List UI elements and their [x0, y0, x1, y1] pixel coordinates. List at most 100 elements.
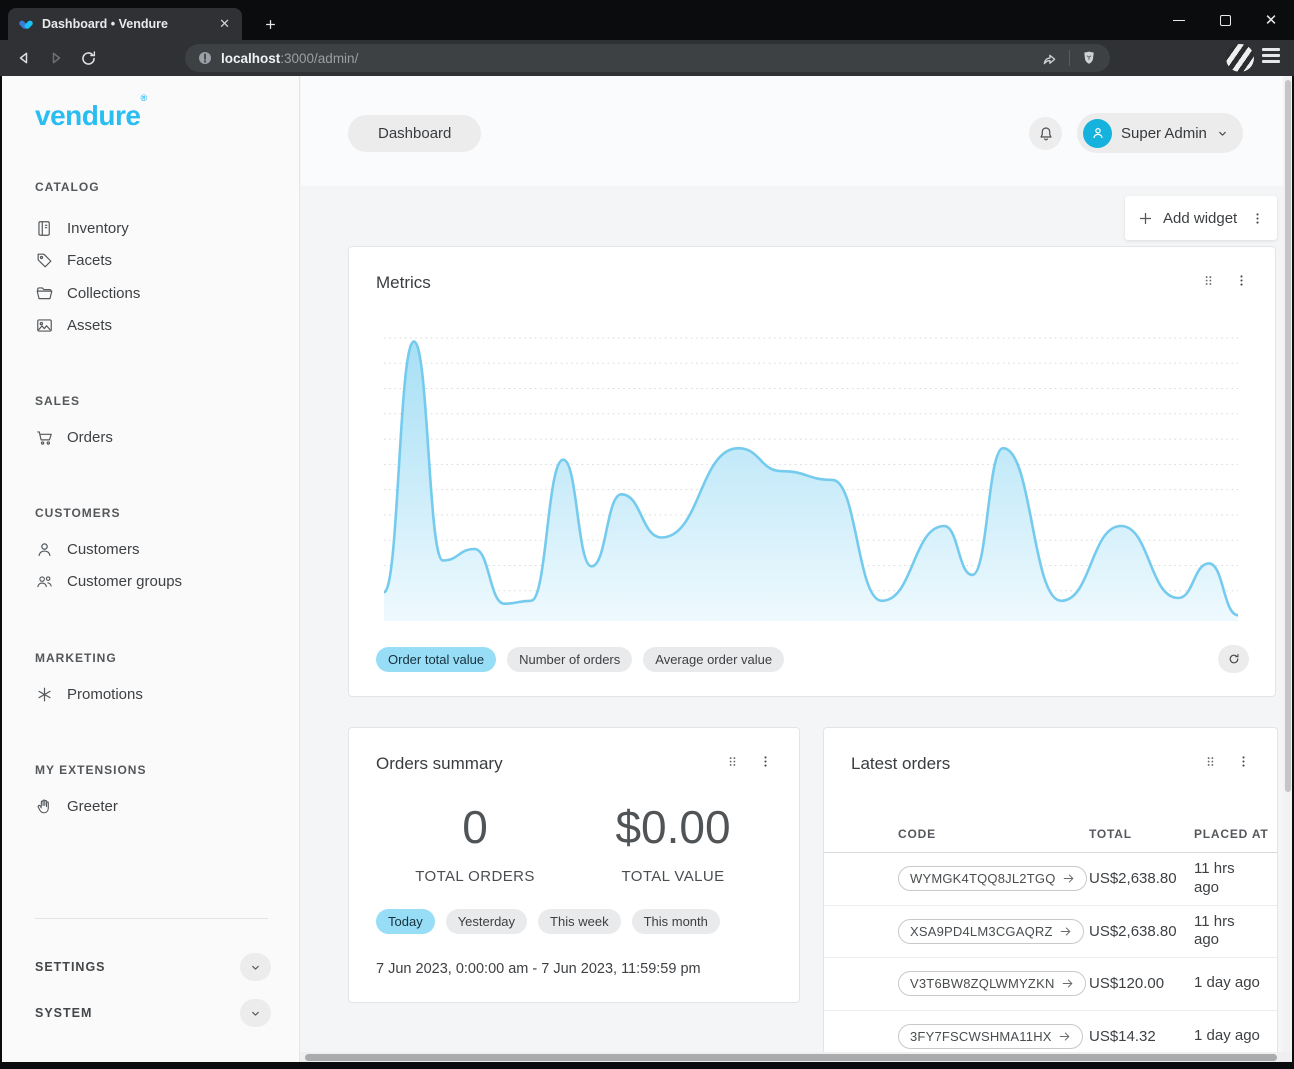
order-code-link[interactable]: XSA9PD4LM3CGAQRZ: [898, 919, 1084, 944]
sidebar-divider: [35, 918, 268, 919]
chip-average-order-value[interactable]: Average order value: [643, 647, 784, 672]
orders-summary-title: Orders summary: [376, 754, 503, 774]
orders-summary-widget: Orders summary 0 TOTAL ORDERS $0.0: [348, 727, 800, 1003]
section-label-marketing: MARKETING: [35, 651, 117, 665]
vendure-logo[interactable]: vendure®: [35, 100, 147, 132]
user-menu[interactable]: Super Admin: [1077, 113, 1243, 153]
horizontal-scrollbar-thumb[interactable]: [305, 1054, 1277, 1061]
tab-close-icon[interactable]: ✕: [217, 16, 232, 32]
arrow-right-icon: [1059, 925, 1072, 938]
latest-orders-title: Latest orders: [851, 754, 950, 774]
browser-profile-avatar[interactable]: [1226, 44, 1254, 72]
arrow-right-icon: [1062, 872, 1075, 885]
latest-orders-widget: Latest orders CODE TOTAL PLACED AT: [823, 727, 1278, 1052]
tab-title: Dashboard • Vendure: [42, 17, 209, 31]
breadcrumb[interactable]: Dashboard: [348, 115, 481, 152]
table-row: XSA9PD4LM3CGAQRZ US$2,638.80 11 hrs ago: [824, 906, 1278, 959]
chip-number-of-orders[interactable]: Number of orders: [507, 647, 632, 672]
vendure-favicon-icon: [18, 16, 34, 32]
vendure-admin-page: vendure® CATALOG Inventory Facets Collec…: [2, 76, 1292, 1062]
chip-this-month[interactable]: This month: [632, 909, 720, 934]
main-content: Dashboard Super Admin Add widget: [301, 76, 1283, 1052]
notifications-button[interactable]: [1029, 117, 1062, 150]
kebab-menu-icon[interactable]: [1234, 273, 1249, 288]
sidebar: vendure® CATALOG Inventory Facets Collec…: [2, 76, 300, 1062]
order-placed-at: 11 hrs ago: [1194, 860, 1278, 898]
metrics-widget: Metrics: [348, 246, 1276, 697]
browser-menu-icon[interactable]: [1262, 48, 1280, 63]
site-info-icon[interactable]: [197, 50, 213, 66]
browser-tab[interactable]: Dashboard • Vendure ✕: [8, 8, 242, 40]
kebab-menu-icon[interactable]: [1236, 754, 1251, 769]
drag-handle-icon[interactable]: [1201, 273, 1216, 288]
add-widget-button[interactable]: Add widget: [1125, 196, 1277, 240]
drag-handle-icon[interactable]: [725, 754, 740, 769]
column-header-placed-at: PLACED AT: [1194, 827, 1278, 841]
forward-button[interactable]: [44, 46, 68, 70]
sidebar-item-orders[interactable]: Orders: [2, 422, 299, 452]
section-label-customers: CUSTOMERS: [35, 506, 120, 520]
sidebar-item-facets[interactable]: Facets: [2, 245, 299, 275]
back-button[interactable]: [12, 46, 36, 70]
total-orders-stat: 0 TOTAL ORDERS: [376, 800, 574, 885]
url-text: localhost:3000/admin/: [221, 51, 358, 66]
sidebar-item-customer-groups[interactable]: Customer groups: [2, 566, 299, 596]
order-code-link[interactable]: 3FY7FSCWSHMA11HX: [898, 1024, 1083, 1049]
sidebar-item-inventory[interactable]: Inventory: [2, 213, 299, 243]
order-code-link[interactable]: WYMGK4TQQ8JL2TGQ: [898, 866, 1087, 891]
plus-icon: [1137, 210, 1154, 227]
table-row: 3FY7FSCWSHMA11HX US$14.32 1 day ago: [824, 1011, 1278, 1053]
brave-shield-icon[interactable]: [1080, 49, 1098, 67]
minimize-button[interactable]: [1156, 0, 1202, 40]
new-tab-button[interactable]: [258, 12, 282, 36]
drag-handle-icon[interactable]: [1203, 754, 1218, 769]
system-expand-button[interactable]: [240, 999, 271, 1027]
section-label-catalog: CATALOG: [35, 180, 100, 194]
add-widget-menu-icon[interactable]: [1250, 211, 1265, 226]
arrow-right-icon: [1061, 977, 1074, 990]
sidebar-item-collections[interactable]: Collections: [2, 278, 299, 308]
chip-order-total-value[interactable]: Order total value: [376, 647, 496, 672]
table-row: WYMGK4TQQ8JL2TGQ US$2,638.80 11 hrs ago: [824, 853, 1278, 906]
latest-orders-header-row: CODE TOTAL PLACED AT: [824, 816, 1277, 853]
sidebar-item-assets[interactable]: Assets: [2, 310, 299, 340]
maximize-button[interactable]: [1202, 0, 1248, 40]
section-label-my-extensions: MY EXTENSIONS: [35, 763, 146, 777]
order-placed-at: 1 day ago: [1194, 1027, 1278, 1046]
sidebar-section-settings[interactable]: SETTINGS: [2, 952, 299, 982]
total-value-label: TOTAL VALUE: [574, 868, 772, 885]
reload-button[interactable]: [76, 46, 100, 70]
refresh-icon: [1227, 652, 1241, 666]
sidebar-item-customers[interactable]: Customers: [2, 534, 299, 564]
latest-orders-rows: WYMGK4TQQ8JL2TGQ US$2,638.80 11 hrs ago …: [824, 853, 1278, 1052]
vertical-scrollbar-thumb[interactable]: [1285, 80, 1291, 792]
section-label-sales: SALES: [35, 394, 80, 408]
date-range-text: 7 Jun 2023, 0:00:00 am - 7 Jun 2023, 11:…: [376, 961, 701, 977]
order-placed-at: 11 hrs ago: [1194, 913, 1278, 951]
total-orders-value: 0: [376, 800, 574, 854]
settings-expand-button[interactable]: [240, 953, 271, 981]
address-bar[interactable]: localhost:3000/admin/: [185, 44, 1110, 72]
chip-today[interactable]: Today: [376, 909, 435, 934]
chip-yesterday[interactable]: Yesterday: [446, 909, 527, 934]
sidebar-section-system[interactable]: SYSTEM: [2, 998, 299, 1028]
order-total: US$2,638.80: [1089, 923, 1194, 940]
user-name: Super Admin: [1121, 125, 1207, 142]
column-header-total: TOTAL: [1089, 827, 1194, 841]
chip-this-week[interactable]: This week: [538, 909, 621, 934]
window-controls: ✕: [1156, 0, 1294, 40]
table-row: V3T6BW8ZQLWMYZKN US$120.00 1 day ago: [824, 958, 1278, 1011]
close-button[interactable]: ✕: [1248, 0, 1294, 40]
sidebar-item-promotions[interactable]: Promotions: [2, 679, 299, 709]
order-code-link[interactable]: V3T6BW8ZQLWMYZKN: [898, 971, 1086, 996]
vertical-scrollbar[interactable]: [1283, 76, 1292, 1062]
share-icon[interactable]: [1040, 49, 1059, 68]
horizontal-scrollbar[interactable]: [300, 1052, 1292, 1062]
arrow-right-icon: [1058, 1030, 1071, 1043]
browser-window: Dashboard • Vendure ✕ ✕ localhost:3000/a…: [0, 0, 1294, 1069]
order-total: US$14.32: [1089, 1028, 1194, 1045]
total-value-value: $0.00: [574, 800, 772, 854]
kebab-menu-icon[interactable]: [758, 754, 773, 769]
sidebar-item-greeter[interactable]: Greeter: [2, 791, 299, 821]
refresh-button[interactable]: [1218, 645, 1249, 673]
